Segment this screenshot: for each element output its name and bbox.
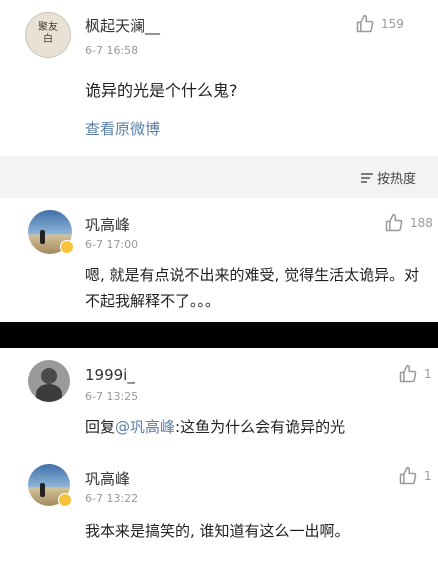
- avatar-seal-text: 聚友白: [38, 22, 58, 45]
- thumbs-up-icon: [356, 14, 374, 33]
- avatar-figure: [36, 384, 62, 402]
- sort-icon: [361, 172, 373, 183]
- post-author-name[interactable]: 枫起天澜__: [85, 15, 160, 36]
- sort-toggle[interactable]: 按热度: [360, 168, 416, 187]
- comment-like-count: 188: [410, 216, 433, 230]
- avatar-figure: [40, 230, 45, 244]
- comment-like-button[interactable]: 1: [398, 466, 432, 486]
- post-content: 诡异的光是个什么鬼?: [85, 81, 238, 100]
- thumbs-up-icon: [399, 466, 417, 485]
- comment-time: 6-7 17:00: [85, 238, 139, 251]
- comment-author-name[interactable]: 巩高峰: [85, 214, 130, 235]
- sort-label: 按热度: [377, 172, 417, 187]
- comment-content: 回复@巩高峰:这鱼为什么会有诡异的光: [85, 414, 430, 440]
- thumbs-up-icon: [399, 364, 417, 383]
- comment-author-name[interactable]: 1999i_: [85, 366, 135, 384]
- comment-time: 6-7 13:22: [85, 492, 139, 505]
- post-author-avatar[interactable]: 聚友白: [25, 12, 71, 58]
- post-time: 6-7 16:58: [85, 44, 139, 57]
- view-original-link[interactable]: 查看原微博: [85, 118, 160, 139]
- comment-like-button[interactable]: 1: [398, 364, 432, 384]
- verified-badge: [58, 493, 72, 507]
- reply-prefix: 回复: [85, 418, 116, 436]
- comment-author-name[interactable]: 巩高峰: [85, 468, 130, 489]
- post-like-count: 159: [381, 17, 404, 31]
- comment-time: 6-7 13:25: [85, 390, 139, 403]
- mention-link[interactable]: @巩高峰: [115, 418, 175, 436]
- comment-like-button[interactable]: 188: [384, 213, 433, 233]
- comment-avatar[interactable]: [28, 360, 70, 402]
- avatar-figure: [40, 483, 45, 497]
- verified-badge: [60, 240, 74, 254]
- reply-text: :这鱼为什么会有诡异的光: [175, 418, 346, 436]
- comment-content: 嗯, 就是有点说不出来的难受, 觉得生活太诡异。对不起我解释不了。。。: [85, 266, 420, 310]
- avatar-figure: [41, 368, 57, 384]
- screenshot-divider: [0, 322, 438, 348]
- post-like-button[interactable]: 159: [355, 14, 404, 34]
- comment-content: 我本来是搞笑的, 谁知道有这么一出啊。: [85, 522, 350, 540]
- comment-like-count: 1: [424, 469, 432, 483]
- thumbs-up-icon: [385, 213, 403, 232]
- comment-like-count: 1: [424, 367, 432, 381]
